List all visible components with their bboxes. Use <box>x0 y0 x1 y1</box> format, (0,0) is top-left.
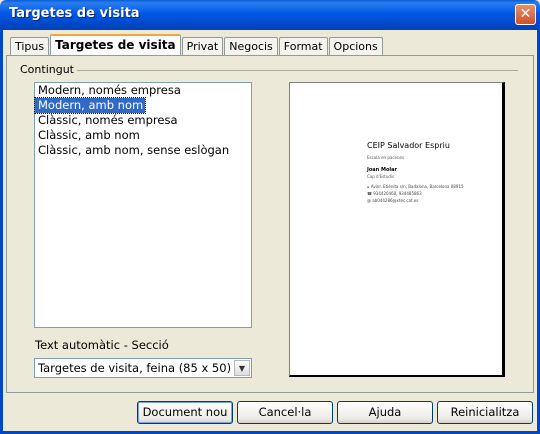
preview-company: CEIP Salvador Espriu <box>367 141 450 150</box>
list-item[interactable]: Clàssic, només empresa <box>35 113 251 128</box>
list-item[interactable]: Clàssic, amb nom, sense eslògan <box>35 143 251 158</box>
tab-privat[interactable]: Privat <box>181 37 224 55</box>
preview-address: ⌂ Avinr. Etiénita s/n, Badalona, Barcelo… <box>367 184 464 189</box>
tab-strip: Tipus Targetes de visita Privat Negocis … <box>10 34 384 55</box>
preview-role: Cap d'Estudis <box>367 174 395 179</box>
preview-email: @ ab044286@xtec.cat.es <box>367 198 418 203</box>
preview-slogan: Escola en pàcenes <box>367 155 405 160</box>
new-document-button[interactable]: Document nou <box>137 401 233 424</box>
reset-button[interactable]: Reinicialitza <box>437 401 533 424</box>
tab-negocis[interactable]: Negocis <box>224 37 278 55</box>
group-divider <box>66 70 518 71</box>
window-frame-left <box>0 30 3 434</box>
auto-text-label: Text automàtic - Secció <box>35 338 169 352</box>
close-button[interactable]: ✕ <box>515 4 536 25</box>
group-label-contingut: Contingut <box>20 63 77 76</box>
list-item-selected[interactable]: Modern, amb nom <box>33 97 147 114</box>
window-title: Targetes de visita <box>9 6 140 21</box>
preview-phone-text: 934420460, 934485863 <box>373 191 422 196</box>
tab-opcions[interactable]: Opcions <box>328 37 383 55</box>
help-button[interactable]: Ajuda <box>337 401 433 424</box>
preview-phone: ☎ 934420460, 934485863 <box>367 191 422 196</box>
layout-listbox[interactable]: Modern, només empresa Modern, amb nom Cl… <box>33 82 252 328</box>
card-preview: CEIP Salvador Espriu Escola en pàcenes J… <box>289 82 505 377</box>
tab-tipus[interactable]: Tipus <box>10 37 50 55</box>
preview-address-text: Avinr. Etiénita s/n, Badalona, Barcelona… <box>370 184 464 189</box>
title-bar: Targetes de visita ✕ <box>0 0 540 30</box>
list-item[interactable]: Clàssic, amb nom <box>35 128 251 143</box>
auto-text-select[interactable]: Targetes de visita, feina (85 x 50) ▼ <box>34 358 252 378</box>
chevron-down-icon[interactable]: ▼ <box>234 360 250 376</box>
tab-targetes-de-visita[interactable]: Targetes de visita <box>50 34 181 55</box>
cancel-button[interactable]: Cancel·la <box>237 401 333 424</box>
close-icon: ✕ <box>519 6 532 22</box>
preview-email-text: ab044286@xtec.cat.es <box>372 198 419 203</box>
list-item[interactable]: Modern, només empresa <box>35 83 251 98</box>
preview-name: Joan Molar <box>367 167 397 173</box>
auto-text-value: Targetes de visita, feina (85 x 50) <box>38 361 232 375</box>
tab-format[interactable]: Format <box>278 37 328 55</box>
